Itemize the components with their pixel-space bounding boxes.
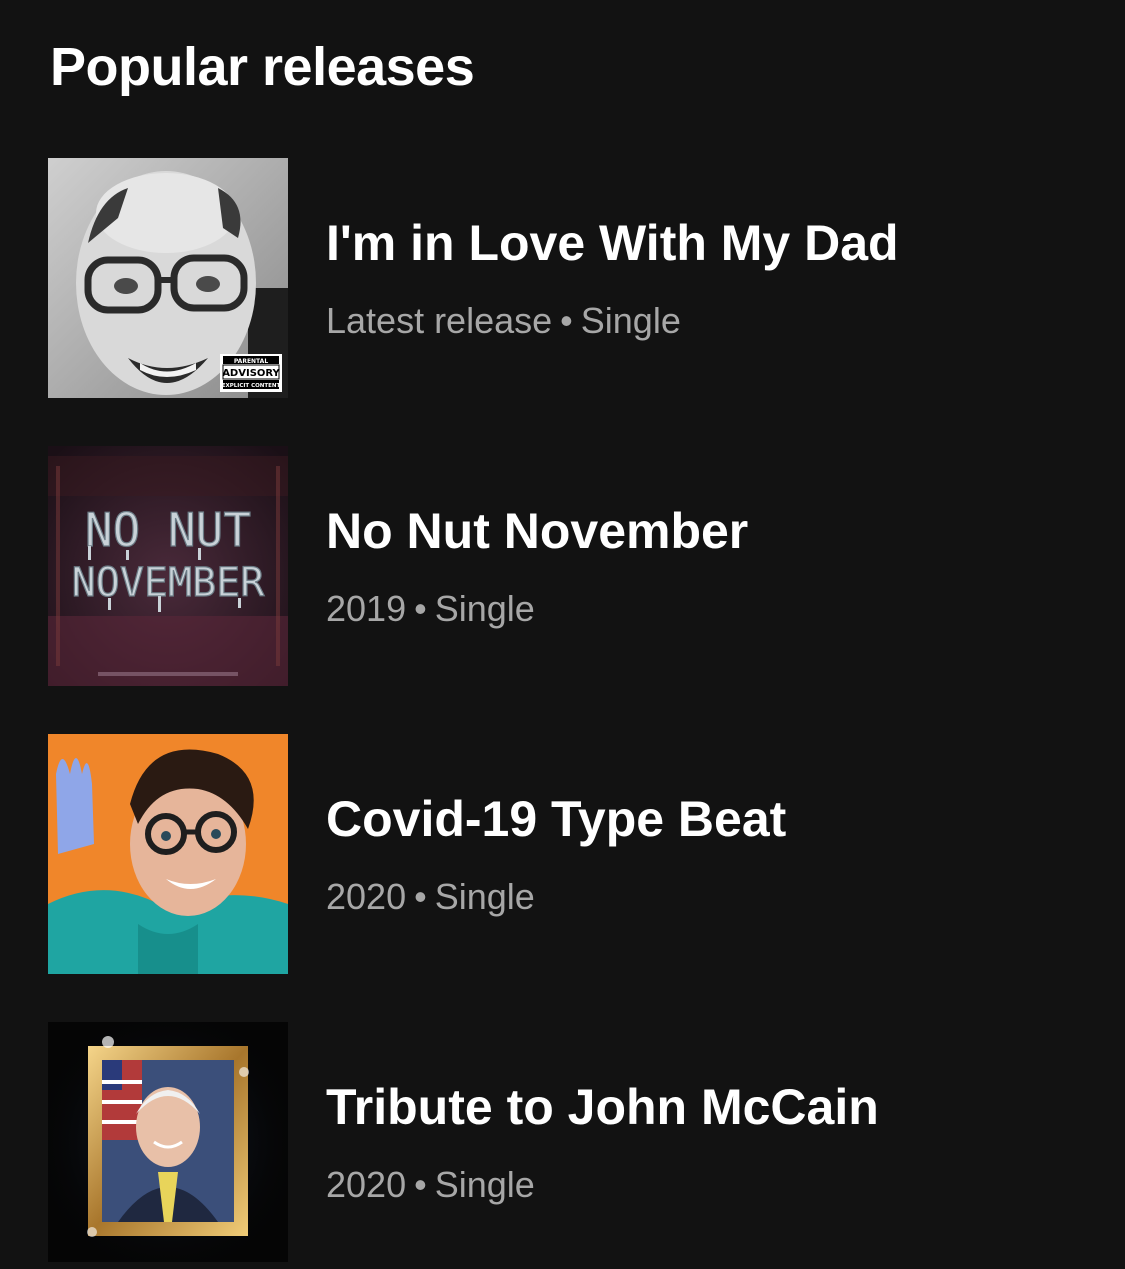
release-meta: Latest release • Single xyxy=(326,298,681,344)
orange-teal-portrait-cover-icon xyxy=(48,734,288,974)
release-year: 2020 xyxy=(326,876,407,917)
release-year: 2020 xyxy=(326,1164,407,1205)
release-title[interactable]: Tribute to John McCain xyxy=(326,1074,879,1140)
release-row-no-nut-november[interactable]: NO NUT NOVEMBER No Nut November 2019 • Sin… xyxy=(48,446,1108,686)
release-title[interactable]: No Nut November xyxy=(326,498,748,564)
release-title[interactable]: I'm in Love With My Dad xyxy=(326,210,899,276)
cover-text-line-1: NO NUT xyxy=(85,503,251,557)
meta-separator: • xyxy=(560,300,573,341)
release-meta: 2020 • Single xyxy=(326,1162,535,1208)
release-year: 2019 xyxy=(326,588,407,629)
release-row-covid-19-type-beat[interactable]: Covid-19 Type Beat 2020 • Single xyxy=(48,734,1108,974)
release-meta: 2019 • Single xyxy=(326,586,535,632)
release-title[interactable]: Covid-19 Type Beat xyxy=(326,786,786,852)
advisory-line-3: EXPLICIT CONTENT xyxy=(222,383,281,389)
release-info-1: I'm in Love With My Dad Latest release • S… xyxy=(326,158,1086,398)
advisory-line-2: ADVISORY xyxy=(222,368,280,379)
advisory-line-1: PARENTAL xyxy=(234,358,269,365)
release-meta: 2020 • Single xyxy=(326,874,535,920)
meta-separator: • xyxy=(414,588,427,629)
album-cover-4[interactable] xyxy=(48,1022,288,1262)
release-info-2: No Nut November 2019 • Single xyxy=(326,446,1086,686)
release-type: Single xyxy=(580,300,681,341)
black-and-white-portrait-cover-icon: PARENTAL ADVISORY EXPLICIT CONTENT xyxy=(48,158,288,398)
release-row-tribute-to-john-mccain[interactable]: Tribute to John McCain 2020 • Single xyxy=(48,1022,1108,1262)
release-year: Latest release xyxy=(326,300,553,341)
release-type: Single xyxy=(434,588,535,629)
release-info-4: Tribute to John McCain 2020 • Single xyxy=(326,1022,1086,1262)
cover-text-line-2: NOVEMBER xyxy=(72,560,266,606)
release-row-im-in-love-with-my-dad[interactable]: PARENTAL ADVISORY EXPLICIT CONTENT I'm i… xyxy=(48,158,1108,398)
meta-separator: • xyxy=(414,1164,427,1205)
album-cover-1[interactable]: PARENTAL ADVISORY EXPLICIT CONTENT xyxy=(48,158,288,398)
release-list: PARENTAL ADVISORY EXPLICIT CONTENT I'm i… xyxy=(0,0,1125,1269)
album-cover-2[interactable]: NO NUT NOVEMBER xyxy=(48,446,288,686)
release-info-3: Covid-19 Type Beat 2020 • Single xyxy=(326,734,1086,974)
gold-frame-portrait-cover-icon xyxy=(48,1022,288,1262)
album-cover-3[interactable] xyxy=(48,734,288,974)
release-type: Single xyxy=(434,876,535,917)
release-type: Single xyxy=(434,1164,535,1205)
dripping-text-dark-red-cover-icon: NO NUT NOVEMBER xyxy=(48,446,288,686)
meta-separator: • xyxy=(414,876,427,917)
